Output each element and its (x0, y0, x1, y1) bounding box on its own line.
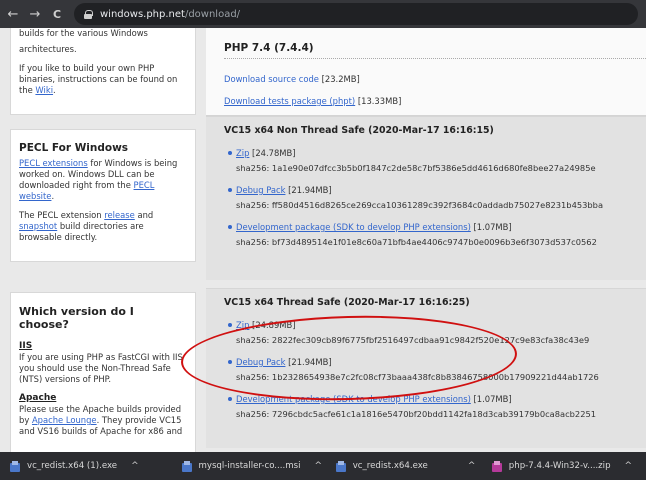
wiki-link[interactable]: Wiki (35, 85, 53, 95)
tests-download: Download tests package (phpt) [13.33MB] (224, 96, 402, 106)
list-item: Development package (SDK to develop PHP … (224, 394, 646, 420)
download-filename: php-7.4.4-Win32-v....zip (508, 461, 611, 471)
pecl-heading: PECL For Windows (19, 142, 129, 154)
sha-hash: sha256: bf73d489514e1f01e8c60a71bfb4ae44… (236, 237, 597, 247)
msi-file-icon (181, 460, 192, 472)
sha-hash: sha256: 2822fec309cb89f6775fbf2516497cdb… (236, 335, 590, 345)
zip-link[interactable]: Zip (236, 148, 249, 158)
bullet-icon (228, 323, 232, 327)
sha-hash: sha256: 1a1e90e07dfcc3b5b0f1847c2de58c7b… (236, 163, 596, 173)
dev-package-link[interactable]: Development package (SDK to develop PHP … (236, 394, 471, 404)
build-section-nts: VC15 x64 Non Thread Safe (2020-Mar-17 16… (206, 116, 646, 280)
version-panel: PHP 7.4 (7.4.4) Download source code [23… (206, 28, 646, 116)
tests-package-link[interactable]: Download tests package (phpt) (224, 96, 355, 106)
sidebar-text: Please use the Apache builds provided by… (19, 404, 183, 436)
list-item: Debug Pack [21.94MB] sha256: ff580d4516d… (224, 185, 646, 211)
list-item: Zip [24.78MB] sha256: 1a1e90e07dfcc3b5b0… (224, 148, 646, 174)
browser-toolbar: ← → C windows.php.net/download/ (0, 0, 646, 28)
sha-hash: sha256: 1b2328654938e7c2fc08cf73baaa438f… (236, 372, 599, 382)
zip-link[interactable]: Zip (236, 320, 249, 330)
debug-pack-link[interactable]: Debug Pack (236, 185, 285, 195)
sidebar-text: The PECL extension release and snapshot … (19, 210, 154, 242)
sidebar-text: If you are using PHP as FastCGI with IIS… (19, 352, 183, 384)
page-content: builds for the various Windows architect… (0, 28, 646, 452)
dev-package-link[interactable]: Development package (SDK to develop PHP … (236, 222, 471, 232)
build-title: VC15 x64 Thread Safe (2020-Mar-17 16:16:… (224, 297, 470, 308)
download-item[interactable]: vc_redist.x64 (1).exe ^ (10, 456, 172, 476)
main-content: PHP 7.4 (7.4.4) Download source code [23… (206, 28, 646, 448)
cut-off-text: builds for the various Windows (19, 28, 148, 36)
version-title: PHP 7.4 (7.4.4) (224, 42, 314, 54)
forward-button[interactable]: → (26, 7, 44, 22)
sidebar-card-pecl: PECL For Windows PECL extensions for Win… (10, 129, 196, 262)
list-item: Zip [24.89MB] sha256: 2822fec309cb89f677… (224, 320, 646, 346)
reload-button[interactable]: C (48, 8, 66, 21)
sha-hash: sha256: ff580d4516d8265ce269cca10361289c… (236, 200, 604, 210)
zip-file-icon (491, 460, 502, 472)
sidebar: builds for the various Windows architect… (10, 28, 196, 452)
source-download: Download source code [23.2MB] (224, 74, 360, 84)
sidebar-text: architectures. (19, 44, 77, 54)
which-version-heading: Which version do I choose? (19, 305, 134, 331)
chevron-up-icon[interactable]: ^ (625, 461, 633, 471)
build-section-ts: VC15 x64 Thread Safe (2020-Mar-17 16:16:… (206, 288, 646, 448)
sha-hash: sha256: 7296cbdc5acfe61c1a1816e5470bf20b… (236, 409, 597, 419)
downloads-bar: vc_redist.x64 (1).exe ^ mysql-installer-… (0, 452, 646, 480)
download-filename: vc_redist.x64 (1).exe (27, 461, 118, 471)
bullet-icon (228, 151, 232, 155)
download-item[interactable]: php-7.4.4-Win32-v....zip ^ (491, 456, 636, 476)
pecl-extensions-link[interactable]: PECL extensions (19, 158, 88, 168)
address-bar[interactable]: windows.php.net/download/ (74, 3, 638, 25)
build-title: VC15 x64 Non Thread Safe (2020-Mar-17 16… (224, 125, 494, 136)
release-link[interactable]: release (104, 210, 135, 220)
apache-lounge-link[interactable]: Apache Lounge (32, 415, 97, 425)
chevron-up-icon[interactable]: ^ (131, 461, 139, 471)
bullet-icon (228, 225, 232, 229)
sidebar-card-which-version: Which version do I choose? IIS If you ar… (10, 292, 196, 452)
back-button[interactable]: ← (4, 7, 22, 22)
bullet-icon (228, 188, 232, 192)
sidebar-card-build: builds for the various Windows architect… (10, 28, 196, 115)
lock-icon[interactable] (84, 9, 93, 19)
iis-heading: IIS (19, 341, 33, 351)
source-code-link[interactable]: Download source code (224, 74, 319, 84)
snapshot-link[interactable]: snapshot (19, 221, 57, 231)
apache-heading: Apache (19, 393, 57, 403)
exe-file-icon (10, 460, 20, 472)
sidebar-text: PECL extensions for Windows is being wor… (19, 158, 178, 201)
url-host: windows.php.net (100, 8, 185, 20)
download-filename: vc_redist.x64.exe (352, 461, 428, 471)
download-item[interactable]: mysql-installer-co....msi ^ (181, 456, 326, 476)
list-item: Development package (SDK to develop PHP … (224, 222, 646, 248)
sidebar-text: If you like to build your own PHP binari… (19, 63, 178, 95)
download-filename: mysql-installer-co....msi (198, 461, 301, 471)
list-item: Debug Pack [21.94MB] sha256: 1b232865493… (224, 357, 646, 383)
debug-pack-link[interactable]: Debug Pack (236, 357, 285, 367)
url-path: /download/ (184, 8, 241, 20)
chevron-up-icon[interactable]: ^ (468, 461, 476, 471)
bullet-icon (228, 360, 232, 364)
exe-file-icon (335, 460, 346, 472)
chevron-up-icon[interactable]: ^ (314, 461, 322, 471)
bullet-icon (228, 397, 232, 401)
download-item[interactable]: vc_redist.x64.exe ^ (335, 456, 482, 476)
